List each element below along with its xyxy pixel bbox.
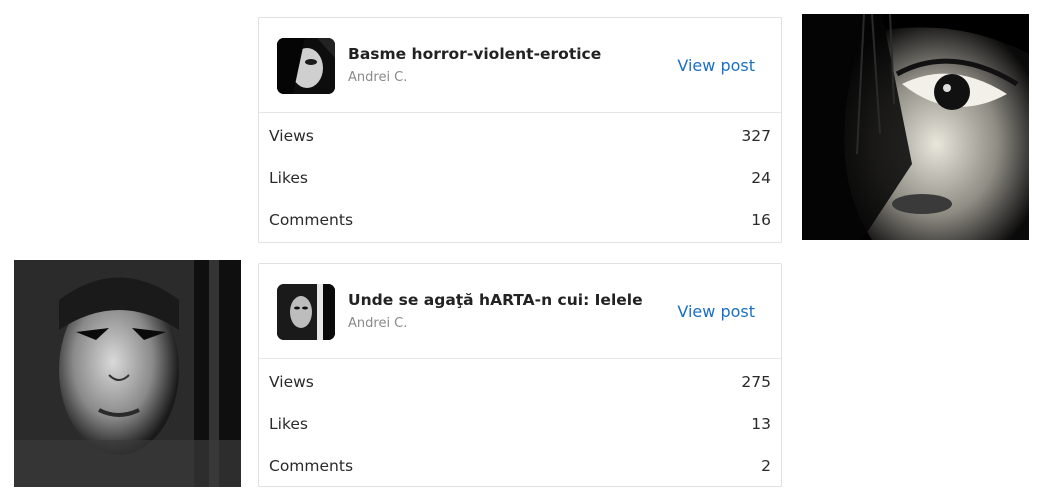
post-stats-page: Basme horror-violent-erotice Andrei C. V… xyxy=(0,0,1041,500)
post-card-header: Unde se agaţă hARTA-n cui: Ielele Andrei… xyxy=(259,264,781,359)
stat-label: Comments xyxy=(269,457,354,475)
view-post-link[interactable]: View post xyxy=(677,56,755,75)
stat-value: 24 xyxy=(751,169,771,187)
post-card-header: Basme horror-violent-erotice Andrei C. V… xyxy=(259,18,781,113)
post-thumbnail[interactable] xyxy=(277,38,335,94)
stat-row-comments: Comments 2 xyxy=(259,445,781,487)
stat-value: 13 xyxy=(751,415,771,433)
post-title[interactable]: Basme horror-violent-erotice xyxy=(348,45,601,63)
view-post-link[interactable]: View post xyxy=(677,302,755,321)
stat-value: 327 xyxy=(741,127,771,145)
post-cover-image xyxy=(802,14,1029,240)
stat-row-views: Views 275 xyxy=(259,361,781,403)
post-author: Andrei C. xyxy=(348,70,408,85)
stat-row-comments: Comments 16 xyxy=(259,199,781,241)
post-author: Andrei C. xyxy=(348,316,408,331)
post-cover-image xyxy=(14,260,241,487)
post-title[interactable]: Unde se agaţă hARTA-n cui: Ielele xyxy=(348,291,643,309)
post-thumbnail[interactable] xyxy=(277,284,335,340)
stat-row-likes: Likes 13 xyxy=(259,403,781,445)
stat-label: Views xyxy=(269,127,314,145)
post-card: Basme horror-violent-erotice Andrei C. V… xyxy=(258,17,782,243)
stat-row-likes: Likes 24 xyxy=(259,157,781,199)
stat-label: Comments xyxy=(269,211,354,229)
post-card: Unde se agaţă hARTA-n cui: Ielele Andrei… xyxy=(258,263,782,487)
stat-label: Views xyxy=(269,373,314,391)
stat-label: Likes xyxy=(269,415,308,433)
stat-value: 2 xyxy=(761,457,771,475)
stat-label: Likes xyxy=(269,169,308,187)
stat-value: 16 xyxy=(751,211,771,229)
stat-row-views: Views 327 xyxy=(259,115,781,157)
stat-value: 275 xyxy=(741,373,771,391)
